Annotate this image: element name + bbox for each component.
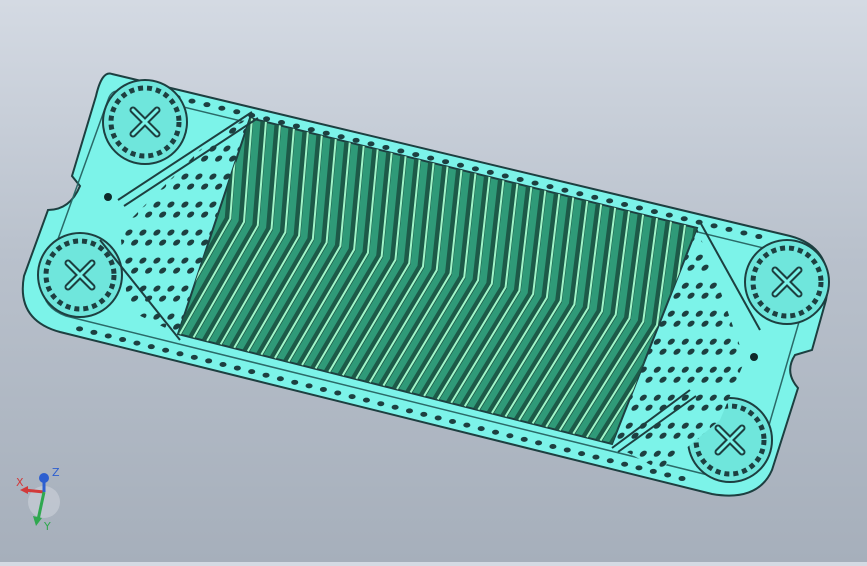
3d-viewport[interactable] bbox=[0, 0, 867, 562]
port-top-left bbox=[102, 79, 188, 165]
x-axis-label: X bbox=[16, 476, 24, 489]
z-axis-head bbox=[39, 473, 49, 483]
z-axis-label: Z bbox=[52, 466, 60, 479]
plate-model[interactable] bbox=[0, 0, 867, 562]
port-bottom-left bbox=[37, 232, 123, 318]
port-top-right bbox=[744, 239, 830, 325]
alignment-hole-left bbox=[104, 193, 112, 201]
coordinate-triad: X Z Y bbox=[14, 462, 74, 533]
alignment-hole-right bbox=[750, 353, 758, 361]
y-axis-label: Y bbox=[43, 520, 51, 532]
